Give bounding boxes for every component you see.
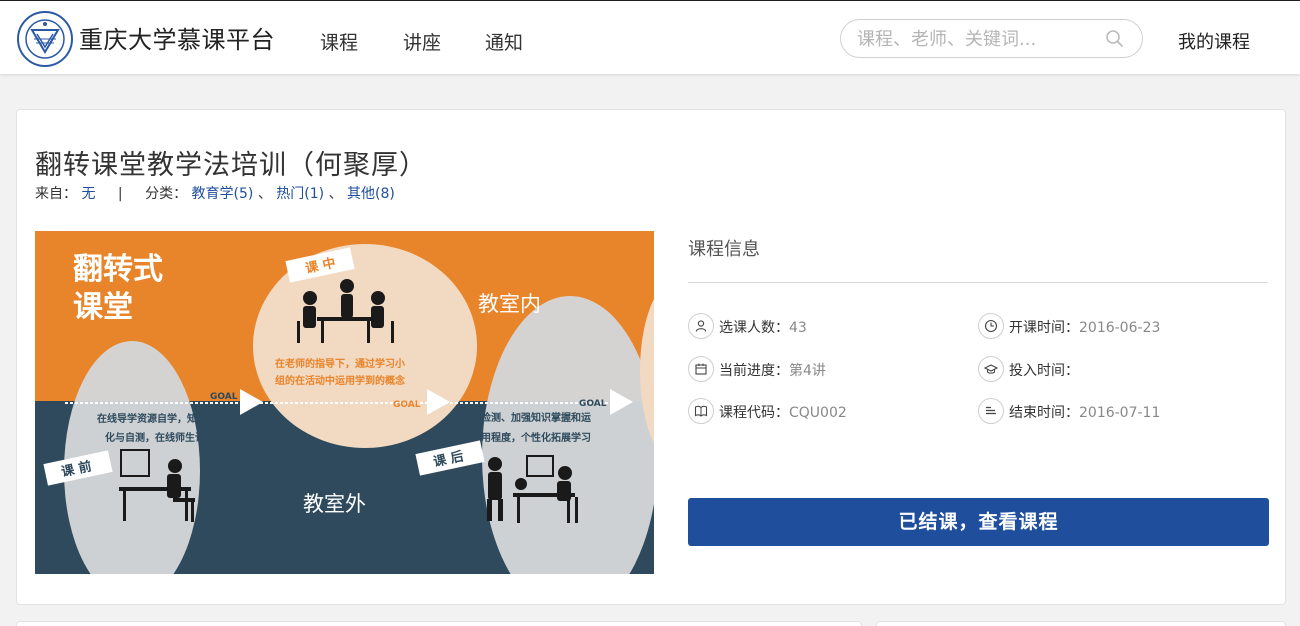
enrolled-label: 选课人数： [719,320,789,336]
progress-label: 当前进度： [719,363,789,379]
right-text-line2: 用程度，个性化拓展学习 [480,431,591,444]
course-cover-image[interactable]: GOAL GOAL GOAL 翻转式 课堂 课 中 课 前 课 后 教室内 教室… [35,231,654,574]
book-icon [688,398,714,424]
top-navigation-bar: 重庆大学慕课平台 课程 讲座 通知 我的课程 [0,0,1300,74]
person-icon [688,313,714,339]
left-text-line2: 化与自测，在线师生讨论 [105,431,216,444]
category-delimiter: 、 [328,186,343,202]
nav-courses[interactable]: 课程 [320,28,358,55]
start-time-value: 2016-06-23 [1079,320,1161,336]
site-title[interactable]: 重庆大学慕课平台 [79,20,275,55]
middle-text-line1: 在老师的指导下，通过学习小 [275,357,405,370]
middle-text-line2: 组的在活动中运用学到的概念 [275,374,405,387]
right-text-line1: 检测、加强知识掌握和运 [481,411,591,424]
from-label: 来自： [35,186,77,202]
calendar-icon [688,356,714,382]
course-code-value: CQU002 [789,405,847,421]
classroom-inside-label: 教室内 [478,292,541,316]
end-time-label: 结束时间： [1009,405,1079,421]
classroom-outside-label: 教室外 [303,492,366,516]
start-time-label: 开课时间： [1009,320,1079,336]
category-link-popular[interactable]: 热门(1) [276,186,324,202]
course-meta: 来自： 无 | 分类： 教育学(5) 、 热门(1) 、 其他(8) [35,183,395,203]
search-input[interactable] [857,28,1107,50]
my-courses-link[interactable]: 我的课程 [1178,28,1250,54]
meta-separator: | [117,186,123,202]
search-icon[interactable] [1105,29,1125,49]
goal-label-1: GOAL [210,392,238,402]
effort-time-label: 投入时间： [1009,363,1079,379]
banner-heading-line1: 翻转式 [73,252,163,287]
category-link-education[interactable]: 教育学(5) [192,186,254,202]
enrolled-value: 43 [789,320,807,336]
search-box [840,19,1143,58]
category-link-other[interactable]: 其他(8) [347,186,395,202]
course-card: 翻转课堂教学法培训（何聚厚） 来自： 无 | 分类： 教育学(5) 、 热门(1… [16,109,1286,605]
from-value-link[interactable]: 无 [81,186,95,202]
progress-value: 第4讲 [789,363,826,379]
category-label: 分类： [145,186,188,202]
view-course-button[interactable]: 已结课，查看课程 [688,498,1269,546]
category-delimiter: 、 [257,186,272,202]
bottom-right-card [876,621,1286,626]
nav-lectures[interactable]: 讲座 [403,28,441,55]
graduation-cap-icon [978,356,1004,382]
left-text-line1: 在线导学资源自学，知识内 [97,412,217,425]
course-info-title: 课程信息 [688,239,760,260]
course-code-label: 课程代码： [719,405,789,421]
nav-notices[interactable]: 通知 [485,28,523,55]
banner-heading-line2: 课堂 [73,290,133,325]
list-icon [978,398,1004,424]
goal-label-3: GOAL [579,399,607,409]
info-divider [688,282,1268,283]
course-title: 翻转课堂教学法培训（何聚厚） [35,150,427,181]
clock-icon [978,313,1004,339]
university-logo[interactable] [16,10,74,68]
goal-label-2: GOAL [393,400,421,410]
bottom-left-card [16,621,862,626]
end-time-value: 2016-07-11 [1079,405,1161,421]
oval-during-class [253,244,477,448]
